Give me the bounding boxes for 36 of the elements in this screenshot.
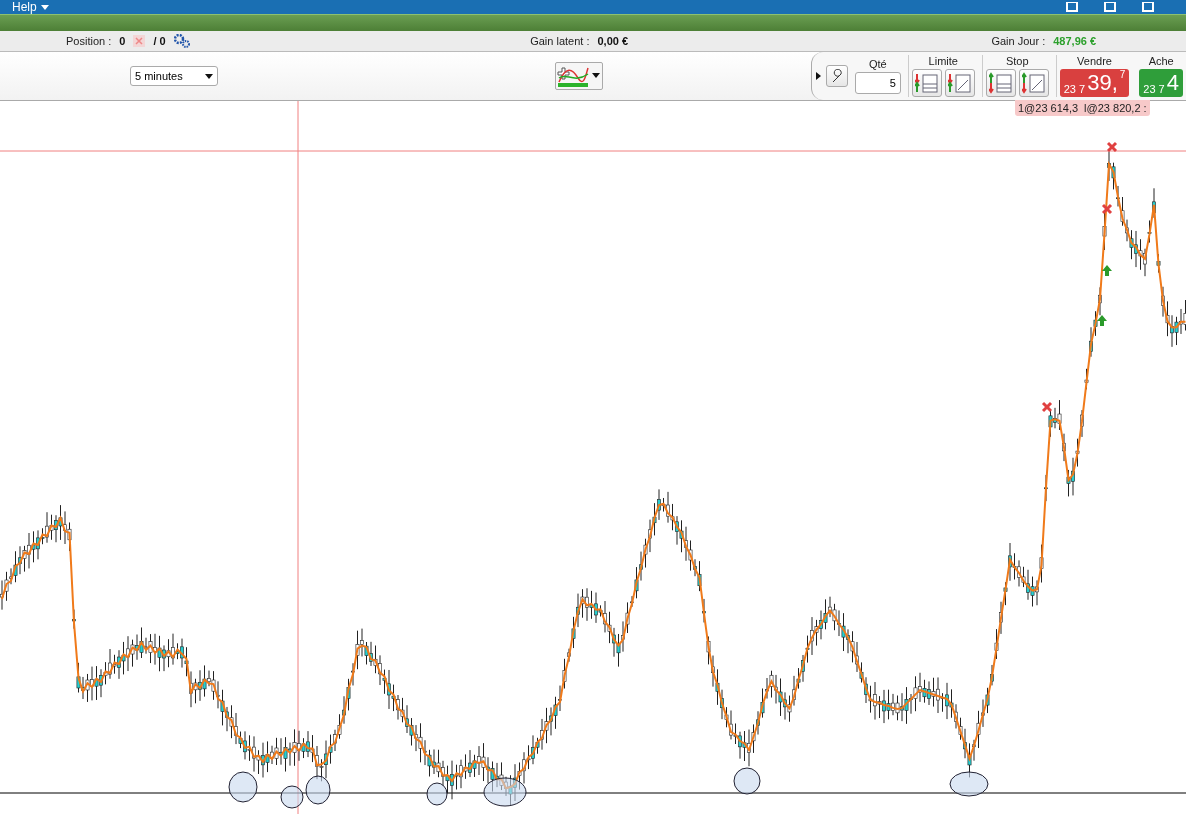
order-arrows-icon [947,72,972,94]
pending-order[interactable]: l@23 820,2 : [1081,100,1150,116]
limit-order-button[interactable] [944,69,975,97]
buy-label: Ache [1148,55,1174,67]
stop-label: Stop [1005,55,1029,67]
gain-latent-value: 0,00 € [597,34,629,47]
gain-jour-label: Gain Jour : [991,34,1046,47]
limit-label: Limite [928,55,958,67]
gain-jour-value: 487,96 € [1053,34,1097,47]
caret-icon[interactable] [590,73,602,79]
restore-icon[interactable] [1104,2,1116,12]
indicator-button[interactable] [555,62,603,90]
expand-icon[interactable] [815,72,822,80]
sell-label: Vendre [1077,55,1112,67]
gain-latent-label: Gain latent : [530,34,590,47]
interval-dropdown[interactable]: 5 minutes [130,66,218,86]
qty-input[interactable]: 5 [854,72,901,94]
position-value: 0 [119,34,126,47]
minimize-icon[interactable] [1066,2,1078,12]
order-arrows-icon [914,72,939,94]
qty-label: Qté [868,58,887,70]
indicator-chart-icon [556,64,590,88]
order-arrows-icon [1021,72,1046,94]
maximize-icon[interactable] [1142,2,1154,12]
order-arrows-icon [988,72,1013,94]
gears-icon[interactable] [173,33,190,48]
stop-order-button[interactable] [985,69,1016,97]
pending-order[interactable]: 1@23 614,3 [1015,100,1082,116]
orders-value: / 0 [153,34,166,47]
wrench-button[interactable] [825,65,848,87]
limit-order-button[interactable] [911,69,942,97]
caret-icon [40,4,49,10]
stop-order-button[interactable] [1018,69,1049,97]
help-menu[interactable]: Help [12,0,49,14]
caret-icon [205,73,213,79]
position-label: Position : [66,34,112,47]
